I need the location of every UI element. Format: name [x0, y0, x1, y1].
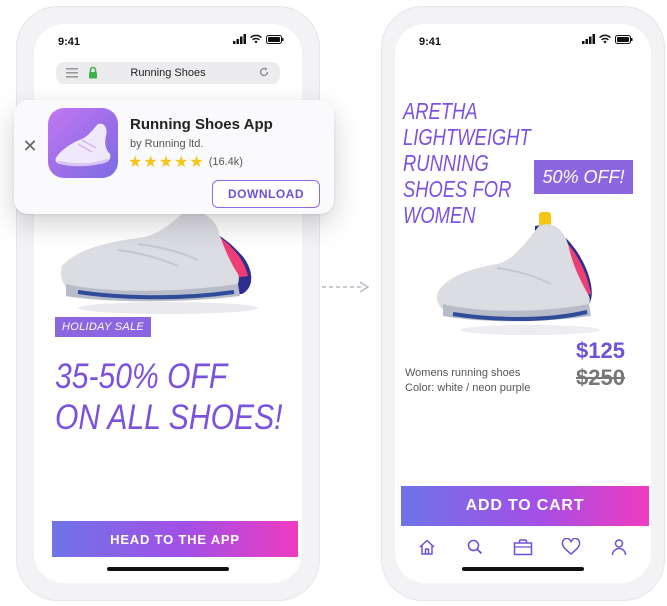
app-name: Running Shoes App	[130, 116, 273, 133]
add-to-cart-button[interactable]: ADD TO CART	[401, 486, 649, 526]
holiday-sale-tag: HOLIDAY SALE	[55, 317, 152, 337]
status-bar: 9:41	[34, 24, 302, 52]
original-price: $250	[576, 365, 625, 390]
promo-line-2: ON ALL SHOES!	[55, 398, 283, 437]
status-time: 9:41	[58, 36, 81, 48]
app-install-banner: ✕ Running Shoes App by Running ltd. ★ ★ …	[14, 100, 334, 214]
status-icons	[233, 34, 284, 44]
left-phone: 9:41 Running Shoes HOLIDAY SALE 35-50% O…	[16, 6, 320, 601]
menu-lines-icon	[66, 68, 78, 78]
wifi-icon	[599, 34, 611, 44]
right-phone-screen: 9:41 ARETHA LIGHTWEIGHT RUNNING SHOES FO…	[395, 24, 651, 583]
promo-line-1: 35-50% OFF	[55, 357, 228, 396]
app-publisher: by Running ltd.	[130, 138, 204, 150]
product-description: Womens running shoes Color: white / neon…	[405, 366, 530, 396]
home-icon	[419, 539, 435, 555]
signal-icon	[233, 34, 246, 44]
star-icon: ★	[174, 154, 189, 171]
description-line-2: Color: white / neon purple	[405, 382, 531, 394]
shopping-bag-icon	[513, 539, 533, 556]
description-line-1: Womens running shoes	[405, 367, 521, 379]
heart-icon	[561, 538, 581, 555]
product-title-line: LIGHTWEIGHT	[403, 124, 531, 150]
product-title-line: SHOES FOR	[403, 176, 512, 202]
status-time: 9:41	[419, 36, 442, 48]
shoe-image	[60, 211, 258, 314]
sale-price: $125	[576, 338, 625, 363]
right-phone: 9:41 ARETHA LIGHTWEIGHT RUNNING SHOES FO…	[381, 6, 665, 601]
head-to-app-button[interactable]: HEAD TO THE APP	[52, 521, 298, 557]
tab-favorites[interactable]	[557, 535, 585, 559]
shoe-app-icon	[55, 123, 111, 167]
product-title-line: ARETHA	[403, 98, 478, 124]
rating-count: (16.4k)	[208, 156, 243, 168]
status-icons	[582, 34, 633, 44]
tab-bag[interactable]	[509, 535, 537, 559]
reload-icon[interactable]	[258, 66, 270, 78]
close-icon[interactable]: ✕	[20, 136, 40, 156]
product-shoe-image	[436, 212, 600, 335]
battery-icon	[266, 34, 284, 44]
star-icon: ★	[189, 154, 204, 171]
wifi-icon	[250, 34, 262, 44]
discount-badge: 50% OFF!	[534, 160, 633, 194]
lock-icon	[89, 66, 97, 79]
bottom-tab-bar	[395, 532, 651, 562]
search-icon	[467, 539, 483, 555]
tab-search[interactable]	[461, 535, 489, 559]
home-indicator	[107, 567, 229, 571]
app-rating: ★ ★ ★ ★ ★ (16.4k)	[128, 152, 243, 172]
flow-arrow-icon	[322, 281, 370, 293]
add-to-cart-label: ADD TO CART	[465, 497, 585, 514]
battery-icon	[615, 34, 633, 44]
home-indicator	[462, 567, 584, 571]
status-bar: 9:41	[395, 24, 651, 52]
url-title: Running Shoes	[130, 67, 206, 79]
promo-headline: 35-50% OFF ON ALL SHOES!	[55, 356, 283, 438]
download-label: DOWNLOAD	[228, 187, 304, 201]
product-title-line: RUNNING	[403, 150, 489, 176]
star-icon: ★	[143, 154, 158, 171]
signal-icon	[582, 34, 595, 44]
app-icon	[48, 108, 118, 178]
star-icon: ★	[158, 154, 174, 171]
url-bar[interactable]: Running Shoes	[56, 62, 280, 84]
star-icon: ★	[128, 154, 143, 171]
tab-home[interactable]	[413, 535, 441, 559]
user-icon	[611, 539, 627, 556]
tab-profile[interactable]	[605, 535, 633, 559]
download-button[interactable]: DOWNLOAD	[212, 180, 320, 208]
head-to-app-label: HEAD TO THE APP	[110, 531, 240, 547]
